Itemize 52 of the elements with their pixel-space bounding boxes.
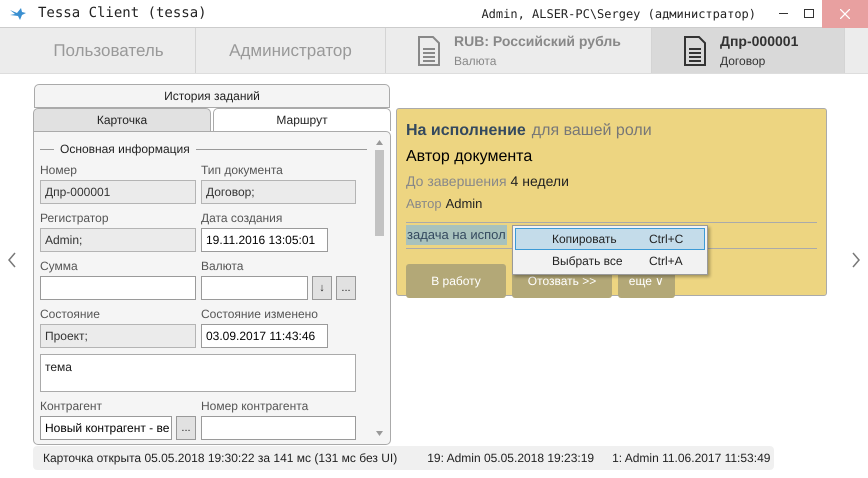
input-field[interactable]: Новый контрагент - ве (40, 416, 172, 440)
status-text: Карточка открыта 05.05.2018 19:30:22 за 141 мс (131 мс без UI) (43, 450, 398, 467)
field-label: Состояние изменено (201, 306, 319, 322)
status-text: 1: Admin 11.06.2017 11:53:49 (612, 450, 770, 467)
task-text: задача на испол (406, 225, 507, 245)
field-button[interactable]: ↓ (312, 276, 332, 300)
field-label: Дата создания (201, 210, 284, 226)
author-value: Admin (446, 195, 482, 213)
status-text: 19: Admin 05.05.2018 19:23:19 (427, 450, 594, 467)
input-field[interactable] (201, 276, 308, 300)
scroll-down-icon[interactable] (376, 431, 382, 436)
document-tab[interactable]: Дпр-000001 Договор (652, 28, 845, 73)
scroll-thumb[interactable] (374, 150, 384, 236)
task-title: Автор документа (406, 147, 534, 167)
subject-field[interactable]: тема (40, 354, 356, 392)
field-label: Состояние (40, 306, 101, 322)
card-tab[interactable]: Карточка (33, 108, 211, 131)
field-label: Регистратор (40, 210, 110, 226)
input-field[interactable]: Admin; (40, 228, 196, 252)
chevron-left-icon[interactable] (8, 252, 16, 268)
task-state: На исполнение (406, 121, 526, 141)
field-label: Контрагент (40, 398, 104, 414)
due-label: До завершения (406, 172, 507, 191)
window-title: Tessa Client (tessa) (38, 4, 207, 23)
input-field[interactable]: 19.11.2016 13:05:01 (201, 228, 328, 252)
input-field[interactable] (40, 276, 196, 300)
user-label: Admin, ALSER-PC\Sergey (администратор) (481, 6, 756, 22)
input-field[interactable]: 03.09.2017 11:43:46 (201, 324, 328, 348)
card-tab[interactable]: Маршрут (213, 108, 391, 131)
field-label: Сумма (40, 258, 79, 274)
menu-item[interactable]: Копировать Ctrl+C (515, 228, 705, 250)
field-label: Номер контрагента (201, 398, 310, 414)
document-icon (418, 36, 440, 66)
close-icon (840, 8, 850, 18)
history-tab[interactable]: История заданий (34, 84, 390, 108)
chevron-right-icon[interactable] (852, 252, 860, 268)
field-button[interactable]: ... (176, 416, 196, 440)
field-button[interactable]: ... (336, 276, 356, 300)
input-field[interactable]: Договор; (201, 180, 356, 204)
field-label: Номер (40, 162, 78, 178)
field-label: Тип документа (201, 162, 284, 178)
input-field[interactable] (201, 416, 356, 440)
section-title: Основная информация (60, 141, 190, 158)
field-label: Валюта (201, 258, 244, 274)
scroll-up-icon[interactable] (376, 140, 382, 145)
bird-logo-icon (10, 8, 26, 20)
author-label: Автор (406, 195, 442, 213)
document-icon (684, 36, 706, 66)
task-role: для вашей роли (532, 121, 652, 141)
input-field[interactable]: Проект; (40, 324, 196, 348)
due-value: 4 недели (510, 172, 569, 191)
input-field[interactable]: Дпр-000001 (40, 180, 196, 204)
